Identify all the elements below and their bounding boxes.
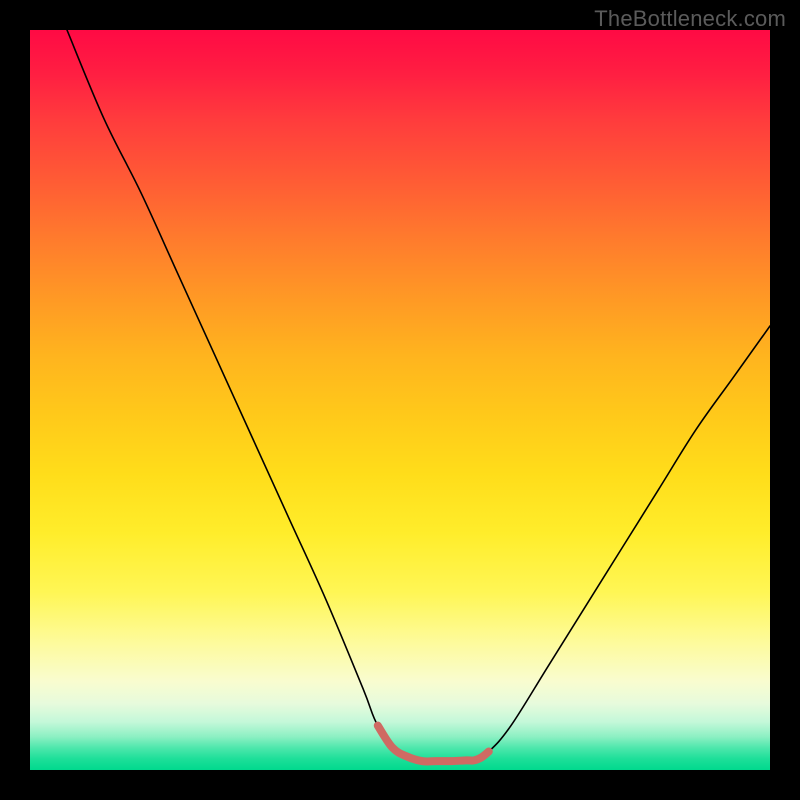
- optimal-range-highlight: [378, 726, 489, 762]
- chart-frame: TheBottleneck.com: [0, 0, 800, 800]
- plot-area: [30, 30, 770, 770]
- curve-overlay: [30, 30, 770, 770]
- watermark-label: TheBottleneck.com: [594, 6, 786, 32]
- bottleneck-curve: [67, 30, 770, 762]
